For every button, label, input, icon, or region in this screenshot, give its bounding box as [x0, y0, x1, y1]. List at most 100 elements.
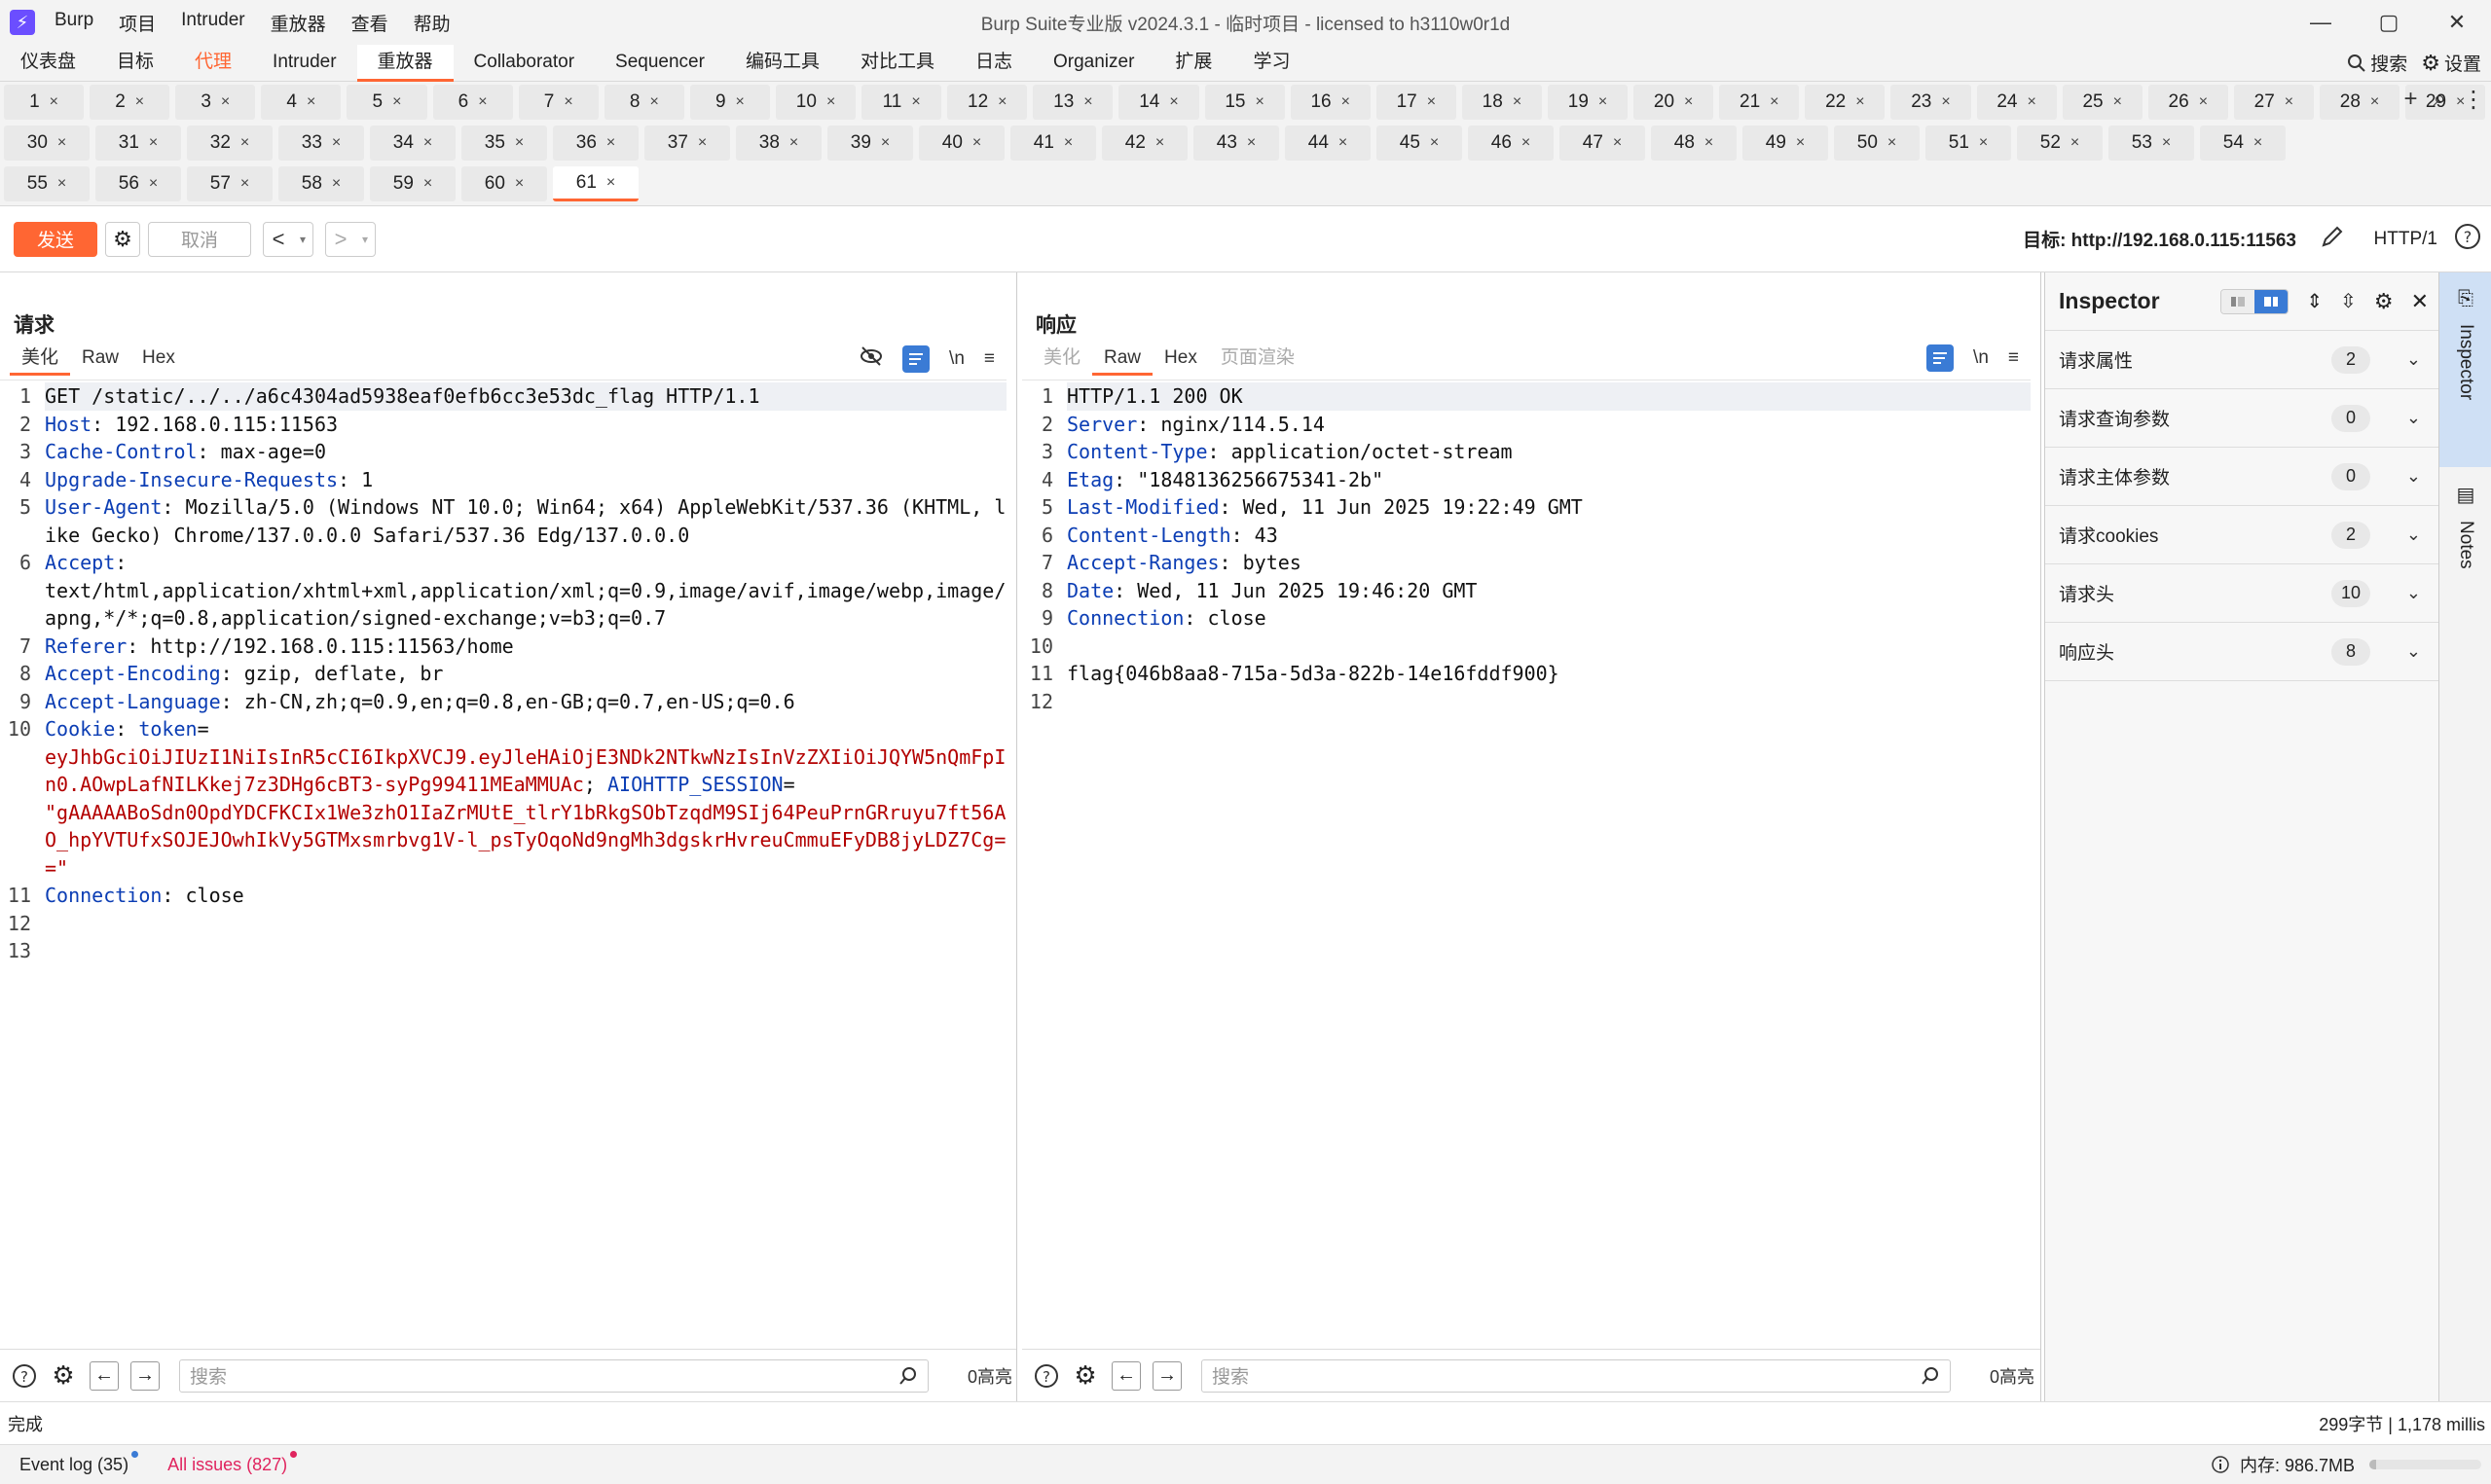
- close-tab-icon[interactable]: ×: [1338, 134, 1347, 152]
- main-tab-9[interactable]: 日志: [955, 45, 1033, 82]
- chevron-down-icon[interactable]: ⌄: [2406, 583, 2421, 603]
- close-tab-icon[interactable]: ×: [332, 175, 341, 193]
- add-tab-icon[interactable]: +: [2404, 86, 2418, 114]
- inspector-layout-right-icon[interactable]: [2254, 289, 2289, 313]
- repeater-tab-9[interactable]: 9 ×: [689, 85, 770, 120]
- repeater-tab-55[interactable]: 55 ×: [4, 166, 90, 201]
- inspector-section-1[interactable]: 请求查询参数 0 ⌄: [2045, 389, 2438, 448]
- repeater-tab-3[interactable]: 3 ×: [175, 85, 256, 120]
- repeater-tab-60[interactable]: 60 ×: [461, 166, 547, 201]
- gear-icon[interactable]: ⚙: [2374, 289, 2394, 314]
- response-view-tab-0[interactable]: 美化: [1032, 344, 1092, 376]
- inspector-section-3[interactable]: 请求cookies 2 ⌄: [2045, 506, 2438, 564]
- close-tab-icon[interactable]: ×: [1887, 134, 1896, 152]
- inspector-section-4[interactable]: 请求头 10 ⌄: [2045, 564, 2438, 623]
- main-tab-4[interactable]: 重放器: [356, 44, 454, 82]
- repeater-tab-11[interactable]: 11 ×: [861, 85, 942, 120]
- close-tab-icon[interactable]: ×: [564, 93, 572, 111]
- repeater-tab-39[interactable]: 39 ×: [827, 126, 913, 161]
- close-tab-icon[interactable]: ×: [2113, 93, 2122, 111]
- options-menu-icon[interactable]: ≡: [984, 348, 995, 370]
- repeater-tab-52[interactable]: 52 ×: [2017, 126, 2103, 161]
- repeater-tab-54[interactable]: 54 ×: [2200, 126, 2286, 161]
- close-tab-icon[interactable]: ×: [57, 175, 66, 193]
- repeater-tab-46[interactable]: 46 ×: [1468, 126, 1554, 161]
- chevron-down-icon[interactable]: ⌄: [2406, 641, 2421, 662]
- repeater-tab-36[interactable]: 36 ×: [553, 126, 639, 161]
- repeater-tab-25[interactable]: 25 ×: [2062, 85, 2143, 120]
- rail-notes-tab[interactable]: ▤ Notes: [2439, 467, 2491, 569]
- maximize-icon[interactable]: ▢: [2355, 0, 2423, 45]
- repeater-tab-13[interactable]: 13 ×: [1033, 85, 1114, 120]
- close-tab-icon[interactable]: ×: [307, 93, 315, 111]
- help-icon[interactable]: ?: [1032, 1361, 1061, 1391]
- repeater-tab-27[interactable]: 27 ×: [2233, 85, 2314, 120]
- menu-4[interactable]: 查看: [351, 10, 388, 36]
- repeater-tab-40[interactable]: 40 ×: [919, 126, 1005, 161]
- settings-small-button[interactable]: ⚙: [105, 221, 140, 257]
- repeater-tab-35[interactable]: 35 ×: [461, 126, 547, 161]
- close-tab-icon[interactable]: ×: [2285, 93, 2293, 111]
- repeater-tab-2[interactable]: 2 ×: [90, 85, 170, 120]
- close-tab-icon[interactable]: ×: [423, 134, 432, 152]
- repeater-tab-21[interactable]: 21 ×: [1719, 85, 1800, 120]
- response-view-tab-2[interactable]: Hex: [1153, 344, 1209, 376]
- repeater-tab-18[interactable]: 18 ×: [1461, 85, 1542, 120]
- close-tab-icon[interactable]: ×: [606, 134, 615, 152]
- repeater-tab-23[interactable]: 23 ×: [1890, 85, 1971, 120]
- request-editor[interactable]: 1 GET /static/../../a6c4304ad5938eaf0efb6…: [0, 380, 1007, 965]
- rail-inspector-tab[interactable]: ⎘ Inspector: [2439, 272, 2491, 467]
- repeater-tab-5[interactable]: 5 ×: [347, 85, 427, 120]
- main-tab-5[interactable]: Collaborator: [454, 45, 596, 82]
- repeater-tab-43[interactable]: 43 ×: [1193, 126, 1279, 161]
- response-search-input[interactable]: 搜索: [1201, 1358, 1951, 1393]
- repeater-tab-31[interactable]: 31 ×: [95, 126, 181, 161]
- wrap-lines-icon[interactable]: [902, 345, 931, 373]
- inspector-layout-left-icon[interactable]: [2221, 289, 2255, 313]
- close-tab-icon[interactable]: ×: [1770, 93, 1778, 111]
- repeater-tab-10[interactable]: 10 ×: [775, 85, 857, 120]
- request-search-input[interactable]: 搜索: [179, 1358, 929, 1393]
- menu-3[interactable]: 重放器: [271, 10, 326, 36]
- repeater-tab-32[interactable]: 32 ×: [187, 126, 273, 161]
- close-tab-icon[interactable]: ×: [240, 134, 249, 152]
- repeater-tab-24[interactable]: 24 ×: [1976, 85, 2057, 120]
- repeater-tab-33[interactable]: 33 ×: [278, 126, 364, 161]
- close-tab-icon[interactable]: ×: [1247, 134, 1256, 152]
- chevron-down-icon[interactable]: ⌄: [2406, 466, 2421, 487]
- minimize-icon[interactable]: —: [2287, 0, 2355, 45]
- repeater-tab-37[interactable]: 37 ×: [644, 126, 730, 161]
- repeater-tab-8[interactable]: 8 ×: [604, 85, 684, 120]
- hide-icon[interactable]: [860, 344, 883, 374]
- close-tab-icon[interactable]: ×: [1155, 134, 1164, 152]
- close-tab-icon[interactable]: ×: [826, 93, 835, 111]
- repeater-tab-61[interactable]: 61 ×: [553, 166, 639, 201]
- close-tab-icon[interactable]: ×: [911, 93, 920, 111]
- inspector-section-5[interactable]: 响应头 8 ⌄: [2045, 623, 2438, 681]
- newline-toggle-icon[interactable]: \n: [1973, 347, 1989, 369]
- main-tab-6[interactable]: Sequencer: [595, 45, 725, 82]
- menu-2[interactable]: Intruder: [181, 10, 244, 36]
- close-tab-icon[interactable]: ×: [221, 93, 230, 111]
- repeater-tab-14[interactable]: 14 ×: [1118, 85, 1199, 120]
- newline-toggle-icon[interactable]: \n: [949, 348, 965, 370]
- close-tab-icon[interactable]: ×: [423, 175, 432, 193]
- close-tab-icon[interactable]: ×: [789, 134, 798, 152]
- close-tab-icon[interactable]: ×: [2370, 93, 2379, 111]
- search-button[interactable]: 搜索: [2347, 50, 2407, 76]
- close-tab-icon[interactable]: ×: [1704, 134, 1713, 152]
- menu-5[interactable]: 帮助: [414, 10, 451, 36]
- cancel-button[interactable]: 取消: [148, 221, 251, 257]
- close-tab-icon[interactable]: ×: [698, 134, 707, 152]
- close-tab-icon[interactable]: ×: [240, 175, 249, 193]
- http-version-toggle[interactable]: HTTP/1: [2374, 229, 2437, 250]
- repeater-tab-56[interactable]: 56 ×: [95, 166, 181, 201]
- close-tab-icon[interactable]: ×: [2253, 134, 2262, 152]
- repeater-tab-34[interactable]: 34 ×: [370, 126, 456, 161]
- main-tab-2[interactable]: 代理: [174, 45, 252, 82]
- close-tab-icon[interactable]: ×: [478, 93, 487, 111]
- back-dropdown-icon[interactable]: ▾: [293, 223, 312, 256]
- response-editor[interactable]: 1 HTTP/1.1 200 OK 2 Server: nginx/114.5.14 3…: [1022, 380, 2031, 715]
- repeater-tab-42[interactable]: 42 ×: [1102, 126, 1188, 161]
- repeater-tab-19[interactable]: 19 ×: [1547, 85, 1629, 120]
